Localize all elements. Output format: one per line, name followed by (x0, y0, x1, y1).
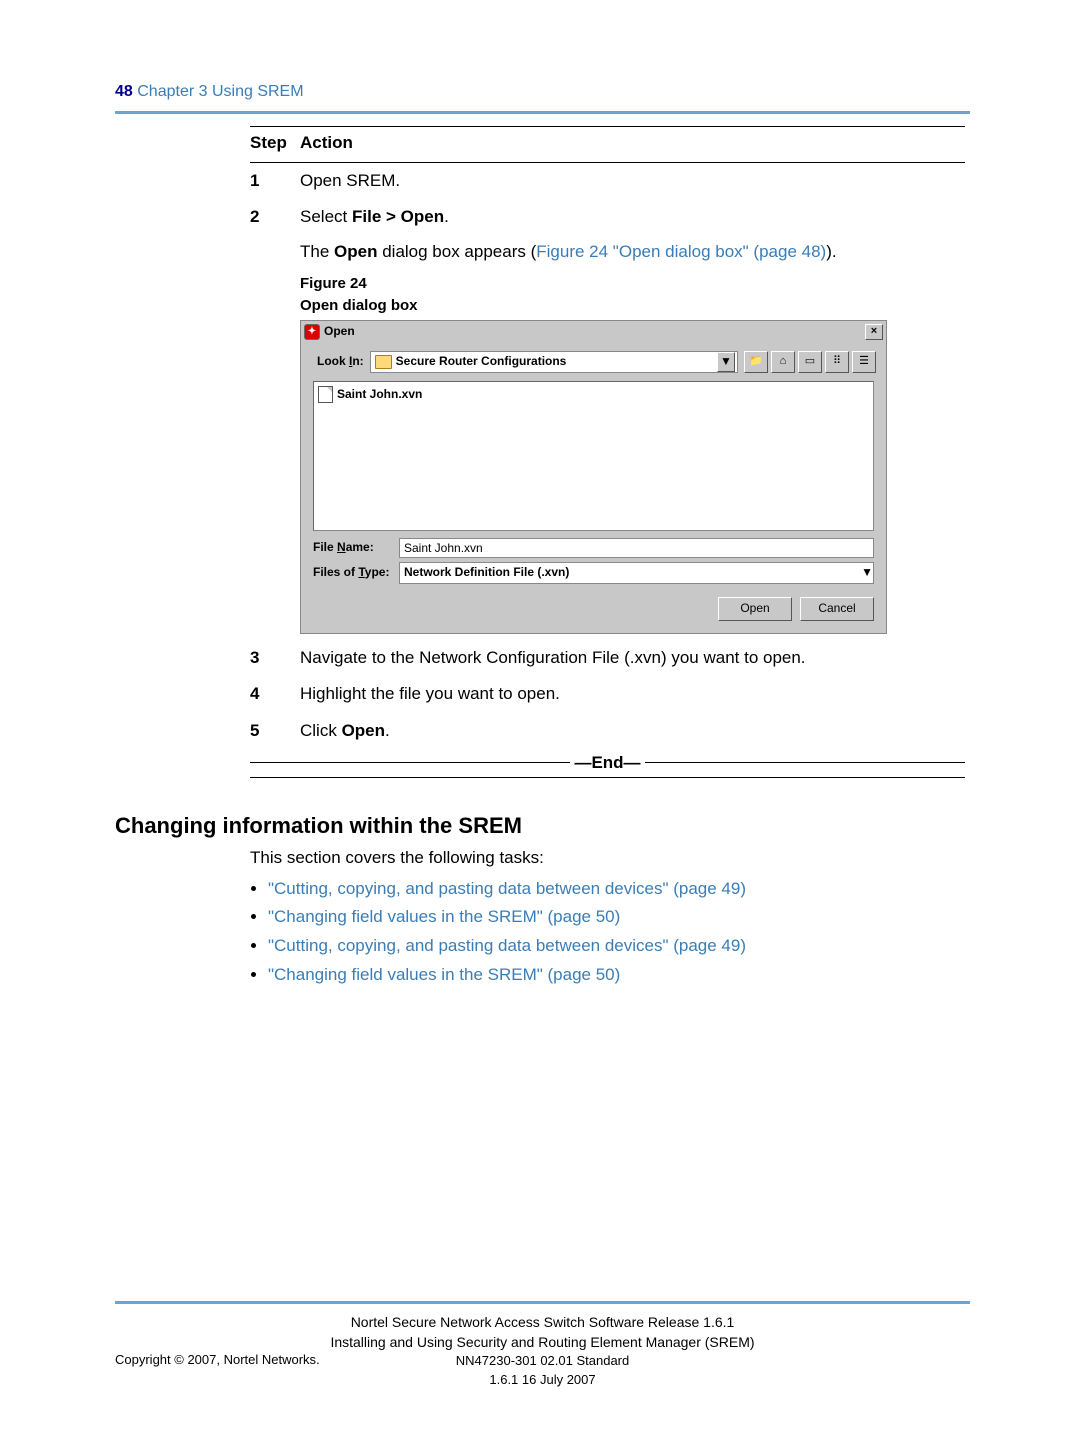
dropdown-icon[interactable]: ▼ (717, 352, 735, 372)
look-in-value: Secure Router Configurations (396, 353, 717, 370)
footer-rule (115, 1301, 970, 1304)
step-3-num: 3 (250, 640, 300, 677)
files-of-type-value: Network Definition File (.xvn) (400, 564, 861, 581)
step-5-text: Click Open. (300, 713, 965, 750)
open-dialog: ✦ Open × Look In: Secure Router Configur… (300, 320, 887, 633)
home-button[interactable]: ⌂ (771, 351, 795, 373)
file-name-input[interactable]: Saint John.xvn (399, 538, 874, 558)
section-intro: This section covers the following tasks: (250, 846, 965, 871)
list-view-button[interactable]: ⠿ (825, 351, 849, 373)
task-link[interactable]: "Changing field values in the SREM" (pag… (268, 907, 620, 926)
dialog-titlebar: ✦ Open × (301, 321, 886, 342)
step-2-num: 2 (250, 199, 300, 639)
step-1-text: Open SREM. (300, 163, 965, 200)
step-4-num: 4 (250, 676, 300, 713)
new-folder-button[interactable]: ▭ (798, 351, 822, 373)
task-link[interactable]: "Changing field values in the SREM" (pag… (268, 965, 620, 984)
chapter-title: Chapter 3 Using SREM (137, 83, 303, 100)
dropdown-icon[interactable]: ▼ (861, 564, 873, 581)
files-of-type-label: Files of Type: (313, 564, 393, 581)
step-2-text: Select File > Open. The Open dialog box … (300, 199, 965, 639)
task-link[interactable]: "Cutting, copying, and pasting data betw… (268, 879, 746, 898)
folder-icon (375, 355, 392, 369)
open-button[interactable]: Open (718, 597, 792, 621)
page-header: 48 Chapter 3 Using SREM (115, 80, 970, 103)
steps-body: 1 Open SREM. 2 Select File > Open. The O… (250, 163, 965, 750)
dialog-title: Open (324, 323, 865, 340)
app-logo-icon: ✦ (304, 324, 320, 340)
figure-caption: Open dialog box (300, 295, 965, 317)
header-rule (115, 111, 970, 114)
step-1-num: 1 (250, 163, 300, 200)
end-marker: —End— (250, 762, 965, 779)
cancel-button[interactable]: Cancel (800, 597, 874, 621)
file-list-item[interactable]: Saint John.xvn (318, 386, 869, 403)
file-name-label: File Name: (313, 539, 393, 556)
step-action-table: Step Action (250, 127, 965, 162)
file-icon (318, 386, 333, 403)
step-3-text: Navigate to the Network Configuration Fi… (300, 640, 965, 677)
col-action: Action (300, 127, 965, 162)
files-of-type-select[interactable]: Network Definition File (.xvn) ▼ (399, 562, 874, 584)
figure-24-link[interactable]: Figure 24 "Open dialog box" (page 48) (536, 242, 826, 261)
page-number: 48 (115, 83, 133, 100)
close-button[interactable]: × (865, 324, 883, 340)
look-in-combo[interactable]: Secure Router Configurations ▼ (370, 351, 738, 373)
copyright-text: Copyright © 2007, Nortel Networks . (115, 1351, 320, 1370)
section-heading: Changing information within the SREM (115, 810, 970, 842)
col-step: Step (250, 127, 300, 162)
up-folder-button[interactable]: 📁 (744, 351, 768, 373)
file-list[interactable]: Saint John.xvn (313, 381, 874, 531)
step-2-desc: The Open dialog box appears (Figure 24 "… (300, 240, 965, 265)
step-5-num: 5 (250, 713, 300, 750)
file-item-name: Saint John.xvn (337, 386, 422, 403)
look-in-label: Look In: (317, 353, 364, 370)
task-link-list: "Cutting, copying, and pasting data betw… (268, 877, 965, 988)
details-view-button[interactable]: ☰ (852, 351, 876, 373)
step-4-text: Highlight the file you want to open. (300, 676, 965, 713)
figure-label: Figure 24 (300, 273, 965, 295)
task-link[interactable]: "Cutting, copying, and pasting data betw… (268, 936, 746, 955)
